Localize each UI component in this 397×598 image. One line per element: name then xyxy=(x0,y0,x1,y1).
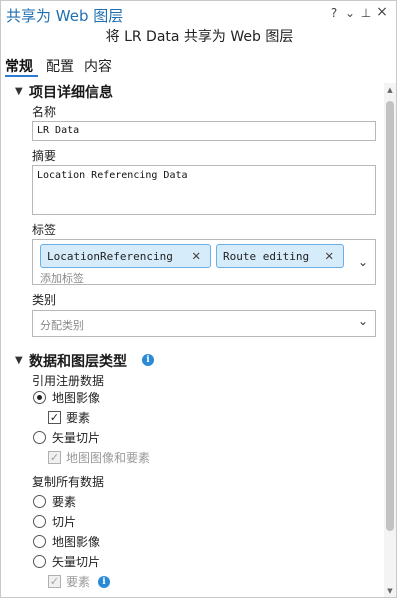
radio-map-image[interactable] xyxy=(33,391,46,404)
info-icon[interactable]: i xyxy=(98,576,110,588)
radio-copy-vector-tile[interactable] xyxy=(33,555,46,568)
radio-copy-tiles[interactable] xyxy=(33,515,46,528)
tags-label: 标签 xyxy=(32,223,57,237)
checkbox-copy-features: ✓ xyxy=(48,575,61,588)
tab-content[interactable]: 内容 xyxy=(84,56,112,76)
scroll-up-arrow-icon[interactable]: ▲ xyxy=(384,84,396,96)
radio-copy-map-image-label[interactable]: 地图影像 xyxy=(52,533,100,550)
help-icon[interactable]: ? xyxy=(327,6,341,20)
radio-copy-features-label[interactable]: 要素 xyxy=(52,493,76,510)
add-tag-placeholder: 添加标签 xyxy=(40,272,84,285)
summary-field-value: Location Referencing Data xyxy=(37,170,188,181)
checkbox-copy-features-label: 要素 xyxy=(66,575,91,589)
category-select[interactable]: 分配类别 ⌄ xyxy=(32,310,376,337)
pane-menu-icon[interactable]: ⌄ xyxy=(343,6,357,20)
info-icon[interactable]: i xyxy=(142,354,154,366)
radio-vector-tile[interactable] xyxy=(33,431,46,444)
scroll-down-arrow-icon[interactable]: ▼ xyxy=(384,585,396,597)
radio-copy-tiles-label[interactable]: 切片 xyxy=(52,513,76,530)
collapse-chevron-icon[interactable]: ▼ xyxy=(15,355,23,366)
name-field-value: LR Data xyxy=(37,125,80,136)
category-dropdown-chevron-icon[interactable]: ⌄ xyxy=(358,314,368,328)
pin-icon[interactable]: ⊥ xyxy=(359,6,373,20)
close-icon[interactable]: × xyxy=(375,4,389,20)
checkbox-map-image-and-features-label: 地图图像和要素 xyxy=(66,451,151,465)
category-placeholder: 分配类别 xyxy=(40,319,84,332)
summary-label: 摘要 xyxy=(32,149,57,163)
radio-vector-tile-label[interactable]: 矢量切片 xyxy=(52,429,100,446)
radio-copy-map-image[interactable] xyxy=(33,535,46,548)
pane-title: 共享为 Web 图层 xyxy=(6,7,124,25)
checkbox-features[interactable]: ✓ xyxy=(48,411,61,424)
checkbox-map-image-and-features: ✓ xyxy=(48,451,61,464)
category-label: 类别 xyxy=(32,293,57,307)
radio-copy-vector-tile-label[interactable]: 矢量切片 xyxy=(52,553,100,570)
collapse-chevron-icon[interactable]: ▼ xyxy=(15,86,23,97)
name-label: 名称 xyxy=(32,105,57,119)
tab-general[interactable]: 常规 xyxy=(5,56,33,76)
scrollbar-thumb[interactable] xyxy=(386,101,394,531)
share-web-layer-pane: 共享为 Web 图层 ? ⌄ ⊥ × 将 LR Data 共享为 Web 图层 … xyxy=(0,0,397,598)
item-details-header[interactable]: 项目详细信息 xyxy=(29,82,113,102)
tag-chip-label: LocationReferencing xyxy=(47,250,173,263)
active-tab-indicator xyxy=(5,75,38,77)
copy-all-data-label: 复制所有数据 xyxy=(32,475,105,489)
reference-registered-data-label: 引用注册数据 xyxy=(32,374,105,388)
summary-field[interactable]: Location Referencing Data xyxy=(32,165,376,215)
tags-dropdown-chevron-icon[interactable]: ⌄ xyxy=(358,255,368,269)
remove-tag-icon[interactable]: ✕ xyxy=(325,248,333,264)
tags-field[interactable]: LocationReferencing ✕ Route editing ✕ 添加… xyxy=(32,239,376,285)
tag-chip[interactable]: LocationReferencing ✕ xyxy=(40,244,211,268)
radio-map-image-label[interactable]: 地图影像 xyxy=(52,389,100,406)
tag-chip[interactable]: Route editing ✕ xyxy=(216,244,344,268)
name-field[interactable]: LR Data xyxy=(32,121,376,141)
radio-copy-features[interactable] xyxy=(33,495,46,508)
tab-configuration[interactable]: 配置 xyxy=(46,56,74,76)
data-layer-types-header[interactable]: 数据和图层类型 xyxy=(29,351,127,371)
tag-chip-label: Route editing xyxy=(223,250,310,263)
remove-tag-icon[interactable]: ✕ xyxy=(192,248,200,264)
pane-subtitle: 将 LR Data 共享为 Web 图层 xyxy=(105,29,294,45)
checkbox-features-label[interactable]: 要素 xyxy=(66,409,90,426)
